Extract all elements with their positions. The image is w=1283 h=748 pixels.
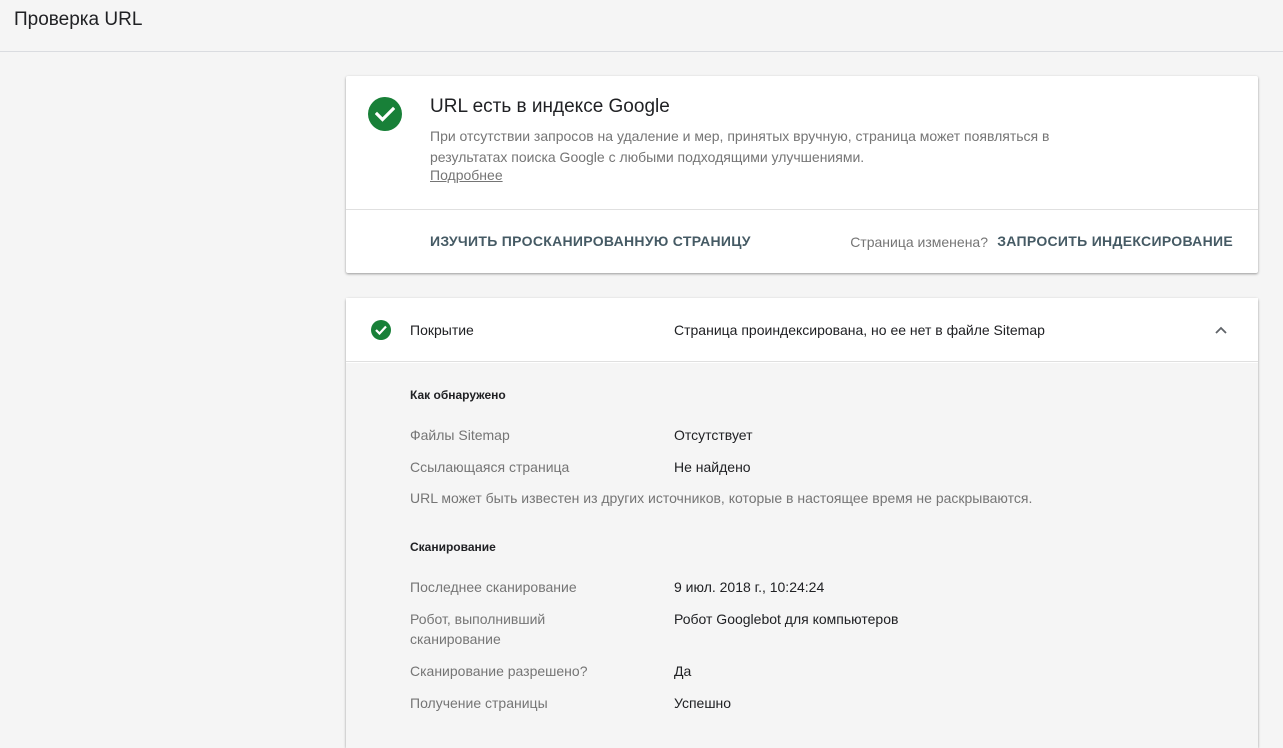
index-status-card: URL есть в индексе Google При отсутствии… <box>346 76 1258 273</box>
status-description: При отсутствии запросов на удаление и ме… <box>430 128 1050 165</box>
discovery-heading: Как обнаружено <box>410 388 506 402</box>
request-indexing-button[interactable]: ЗАПРОСИТЬ ИНДЕКСИРОВАНИЕ <box>997 233 1233 249</box>
check-circle-icon <box>368 97 402 131</box>
crawl-heading: Сканирование <box>410 540 496 554</box>
page-title: Проверка URL <box>14 9 143 30</box>
page-fetch-label: Получение страницы <box>410 695 548 711</box>
sitemaps-label: Файлы Sitemap <box>410 427 510 443</box>
crawled-as-label: Робот, выполнивший сканирование <box>410 611 546 647</box>
referring-page-value: Не найдено <box>674 459 751 475</box>
coverage-label: Покрытие <box>410 322 474 338</box>
page-changed-question: Страница изменена? <box>850 234 988 250</box>
coverage-value: Страница проиндексирована, но ее нет в ф… <box>674 322 1045 338</box>
learn-more-link[interactable]: Подробнее <box>430 167 503 183</box>
last-crawl-label: Последнее сканирование <box>410 579 577 595</box>
coverage-header[interactable]: Покрытие Страница проиндексирована, но е… <box>346 298 1258 362</box>
referring-page-label: Ссылающаяся страница <box>410 459 570 475</box>
crawl-allowed-label: Сканирование разрешено? <box>410 663 588 679</box>
check-circle-icon <box>371 320 391 340</box>
sitemaps-value: Отсутствует <box>674 427 753 443</box>
discovery-note: URL может быть известен из других источн… <box>410 490 1033 506</box>
crawled-as-value: Робот Googlebot для компьютеров <box>674 611 899 627</box>
page-fetch-value: Успешно <box>674 695 732 711</box>
status-title: URL есть в индексе Google <box>430 96 670 117</box>
inspect-crawled-page-button[interactable]: ИЗУЧИТЬ ПРОСКАНИРОВАННУЮ СТРАНИЦУ <box>430 233 751 249</box>
chevron-up-icon[interactable] <box>1214 323 1228 335</box>
last-crawl-value: 9 июл. 2018 г., 10:24:24 <box>674 579 825 595</box>
top-bar: Проверка URL <box>0 0 1283 52</box>
divider <box>346 209 1258 210</box>
coverage-details: Как обнаружено Файлы Sitemap Отсутствует… <box>346 363 1258 748</box>
coverage-card: Покрытие Страница проиндексирована, но е… <box>346 298 1258 748</box>
crawl-allowed-value: Да <box>674 663 692 679</box>
